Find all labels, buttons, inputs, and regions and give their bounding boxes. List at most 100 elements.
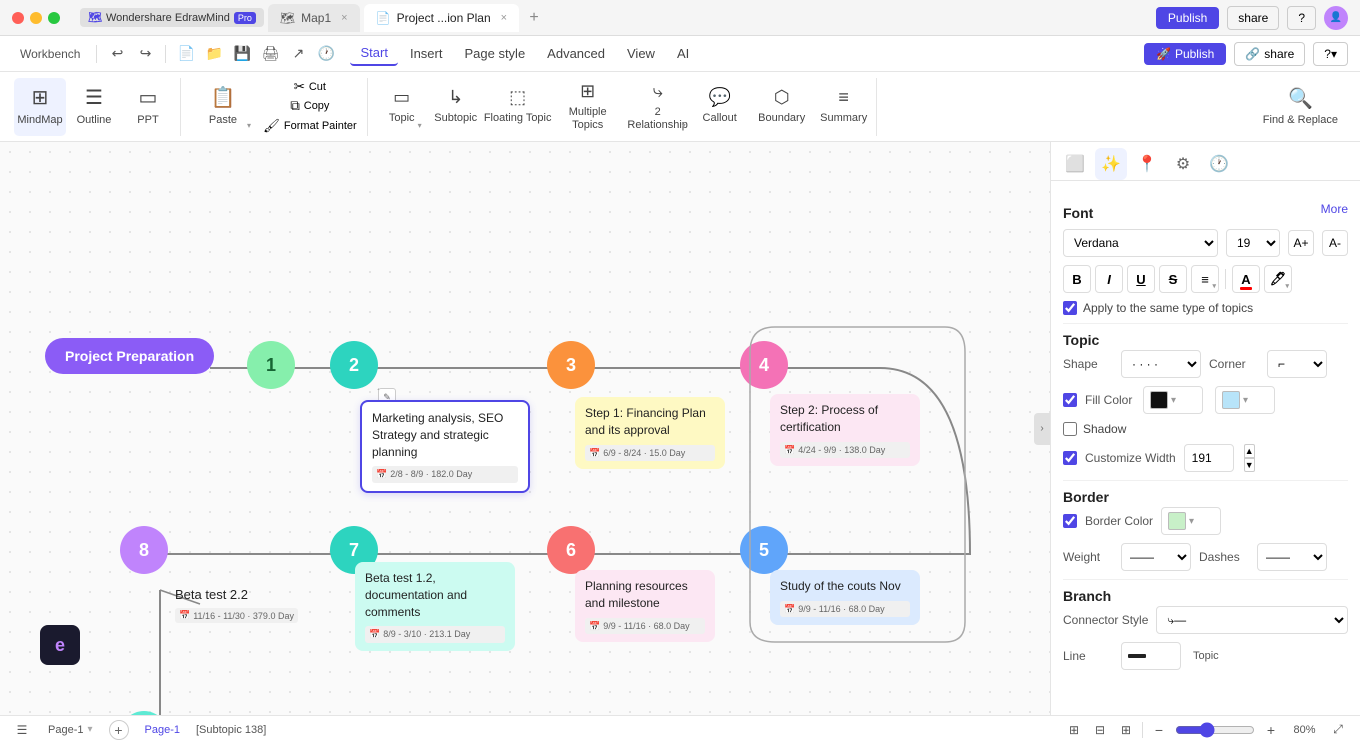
line-color-picker[interactable] <box>1121 642 1181 670</box>
open-button[interactable]: 📁 <box>202 42 226 66</box>
apply-same-type-checkbox[interactable] <box>1063 301 1077 315</box>
shadow-checkbox[interactable] <box>1063 422 1077 436</box>
minimize-button[interactable] <box>30 12 42 24</box>
tab-project[interactable]: 📄 Project ...ion Plan × <box>364 4 519 32</box>
active-page-tab[interactable]: Page-1 <box>137 722 188 738</box>
undo-button[interactable]: ↩ <box>105 42 129 66</box>
node-4[interactable]: 4 <box>740 341 788 389</box>
zoom-out-button[interactable]: − <box>1149 720 1169 740</box>
bold-button[interactable]: B <box>1063 265 1091 293</box>
menu-view[interactable]: View <box>617 42 665 65</box>
font-name-select[interactable]: Verdana <box>1063 229 1218 257</box>
add-page-button[interactable]: + <box>109 720 129 740</box>
panel-tab-settings[interactable]: ⚙ <box>1167 148 1199 180</box>
corner-select[interactable]: ⌐ <box>1267 350 1327 378</box>
boundary-button[interactable]: ⬡ Boundary <box>748 78 816 136</box>
floating-topic-button[interactable]: ⬚ Floating Topic <box>484 78 552 136</box>
node-7-card[interactable]: Beta test 1.2, documentation and comment… <box>355 562 515 651</box>
weight-select[interactable]: —— <box>1121 543 1191 571</box>
format-painter-button[interactable]: 🖌 Format Painter <box>259 117 361 135</box>
fullscreen-button[interactable]: ⤢ <box>1328 720 1348 740</box>
font-size-select[interactable]: 19 <box>1226 229 1280 257</box>
zoom-slider[interactable] <box>1175 722 1255 738</box>
mindmap-button[interactable]: ⊞ MindMap <box>14 78 66 136</box>
align-button[interactable]: ≡▾ <box>1191 265 1219 293</box>
node-9[interactable]: 9 <box>120 711 168 715</box>
node-2-card[interactable]: Marketing analysis, SEO Strategy and str… <box>360 400 530 493</box>
menu-insert[interactable]: Insert <box>400 42 453 65</box>
panel-collapse-button[interactable]: › <box>1034 413 1050 445</box>
redo-button[interactable]: ↪ <box>133 42 157 66</box>
user-avatar[interactable]: 👤 <box>1324 6 1348 30</box>
subtopic-button[interactable]: ↳ Subtopic <box>430 78 482 136</box>
tab-map1-close[interactable]: × <box>341 12 347 24</box>
summary-button[interactable]: ≡ Summary <box>818 78 870 136</box>
node-3-card[interactable]: Step 1: Financing Plan and its approval … <box>575 397 725 469</box>
export-button[interactable]: ↗ <box>286 42 310 66</box>
tab-project-close[interactable]: × <box>501 12 507 24</box>
italic-button[interactable]: I <box>1095 265 1123 293</box>
menu-advanced[interactable]: Advanced <box>537 42 615 65</box>
font-more-button[interactable]: More <box>1321 202 1348 216</box>
workbench-button[interactable]: Workbench <box>12 43 88 65</box>
customize-width-checkbox[interactable] <box>1063 451 1077 465</box>
connector-style-select[interactable]: ⤷— <box>1156 606 1348 634</box>
width-up-button[interactable]: ▲ <box>1244 444 1255 458</box>
split-view-button[interactable]: ⊟ <box>1090 720 1110 740</box>
paste-button[interactable]: 📋 Paste ▾ <box>189 78 257 136</box>
fill-color-picker-2[interactable]: ▾ <box>1215 386 1275 414</box>
copy-button[interactable]: ⧉ Copy <box>259 97 361 115</box>
strikethrough-button[interactable]: S <box>1159 265 1187 293</box>
border-color-picker[interactable]: ▾ <box>1161 507 1221 535</box>
shape-select[interactable]: · · · · <box>1121 350 1201 378</box>
panel-icon-button[interactable]: ⊞ <box>1064 720 1084 740</box>
help-button[interactable]: ? <box>1287 6 1316 30</box>
dashes-select[interactable]: —— <box>1257 543 1327 571</box>
node-5-card[interactable]: Study of the couts Nov 📅 9/9 - 11/16 · 6… <box>770 570 920 625</box>
history-button[interactable]: 🕐 <box>314 42 338 66</box>
width-down-button[interactable]: ▼ <box>1244 458 1255 472</box>
root-node[interactable]: Project Preparation <box>45 338 214 374</box>
multiple-topics-button[interactable]: ⊞ Multiple Topics <box>554 78 622 136</box>
page-tab[interactable]: Page-1 ▾ <box>40 722 101 738</box>
add-tab-button[interactable]: + <box>523 7 545 29</box>
canvas[interactable]: › e <box>0 142 1050 715</box>
node-4-card[interactable]: Step 2: Process of certification 📅 4/24 … <box>770 394 920 466</box>
grid-view-button[interactable]: ⊞ <box>1116 720 1136 740</box>
node-2[interactable]: 2 <box>330 341 378 389</box>
panel-tab-style[interactable]: ✨ <box>1095 148 1127 180</box>
node-6[interactable]: 6 <box>547 526 595 574</box>
maximize-button[interactable] <box>48 12 60 24</box>
font-color-button[interactable]: A <box>1232 265 1260 293</box>
close-button[interactable] <box>12 12 24 24</box>
save-button[interactable]: 💾 <box>230 42 254 66</box>
node-6-card[interactable]: Planning resources and milestone 📅 9/9 -… <box>575 570 715 642</box>
highlight-button[interactable]: 🖊▾ <box>1264 265 1292 293</box>
relationship-button[interactable]: ⤷ 2 Relationship ▾ <box>624 78 692 136</box>
width-input[interactable] <box>1184 444 1234 472</box>
underline-button[interactable]: U <box>1127 265 1155 293</box>
topic-button[interactable]: ▭ Topic ▾ <box>376 78 428 136</box>
zoom-in-button[interactable]: + <box>1261 720 1281 740</box>
find-replace-button[interactable]: 🔍 Find & Replace <box>1255 78 1346 136</box>
panel-tab-location[interactable]: 📍 <box>1131 148 1163 180</box>
panel-toggle-button[interactable]: ☰ <box>12 720 32 740</box>
menu-start[interactable]: Start <box>350 41 397 66</box>
print-button[interactable]: 🖨 <box>258 42 282 66</box>
font-increase-button[interactable]: A+ <box>1288 230 1314 256</box>
tab-map1[interactable]: 🗺 Map1 × <box>268 4 360 32</box>
font-decrease-button[interactable]: A- <box>1322 230 1348 256</box>
fill-color-checkbox[interactable] <box>1063 393 1077 407</box>
node-8-card[interactable]: Beta test 2.2 📅 11/16 - 11/30 · 379.0 Da… <box>175 586 298 623</box>
node-5[interactable]: 5 <box>740 526 788 574</box>
node-8[interactable]: 8 <box>120 526 168 574</box>
new-button[interactable]: 📄 <box>174 42 198 66</box>
share-button[interactable]: share <box>1227 6 1279 30</box>
menu-page-style[interactable]: Page style <box>454 42 535 65</box>
node-1[interactable]: 1 <box>247 341 295 389</box>
panel-tab-shape[interactable]: ⬜ <box>1059 148 1091 180</box>
menu-ai[interactable]: AI <box>667 42 699 65</box>
help-button-2[interactable]: ?▾ <box>1313 42 1348 66</box>
node-3[interactable]: 3 <box>547 341 595 389</box>
outline-button[interactable]: ☰ Outline <box>68 78 120 136</box>
